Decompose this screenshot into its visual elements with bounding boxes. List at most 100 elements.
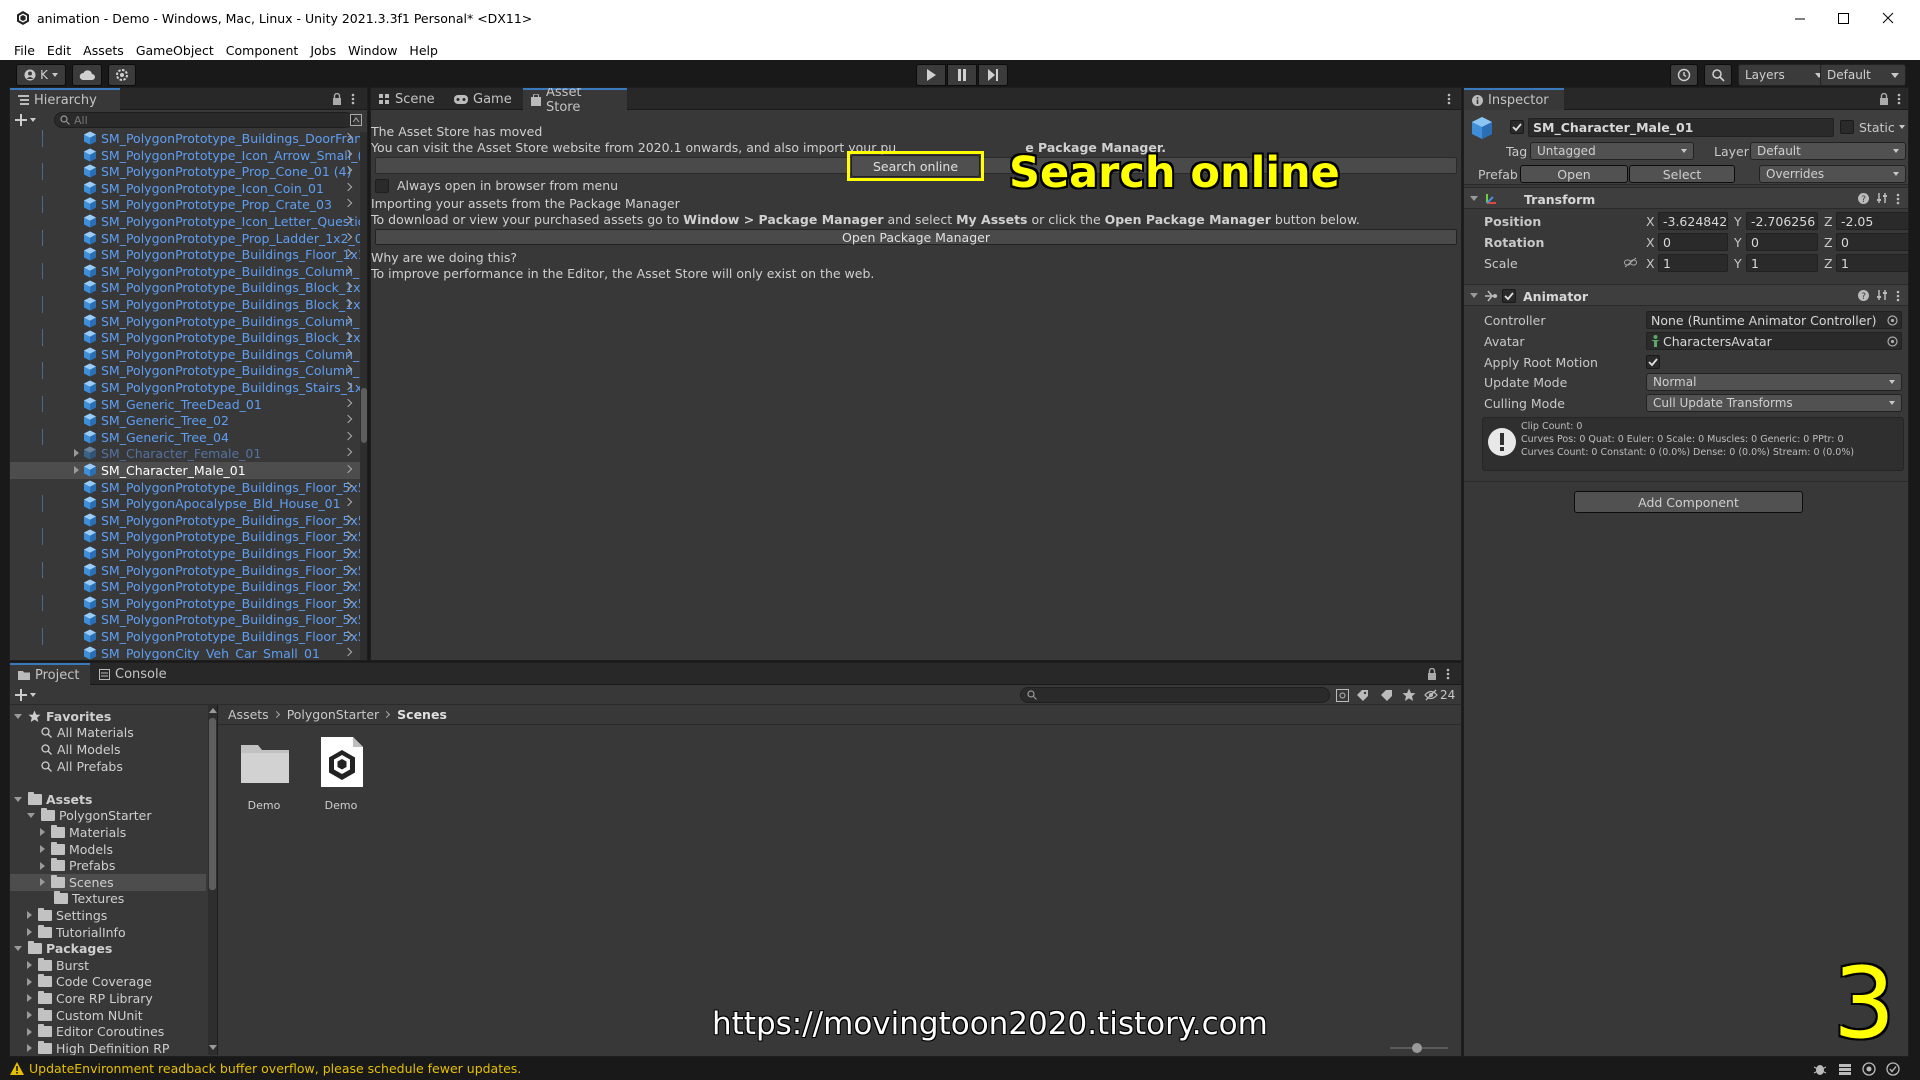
prefab-overrides-dropdown[interactable]: Overrides xyxy=(1759,165,1906,183)
pause-button[interactable] xyxy=(947,64,977,86)
lock-icon[interactable] xyxy=(1879,93,1889,105)
project-search-input[interactable] xyxy=(1020,687,1330,703)
project-tree-item[interactable]: Editor Coroutines xyxy=(10,1023,206,1040)
expand-arrow-right-icon[interactable] xyxy=(40,861,45,870)
layer-dropdown[interactable]: Default xyxy=(1750,142,1906,160)
project-tree-item[interactable]: Scenes xyxy=(10,874,206,891)
breadcrumb-item[interactable]: Assets xyxy=(228,707,269,722)
check-circle-icon[interactable] xyxy=(1886,1062,1900,1076)
play-button[interactable] xyxy=(916,64,946,86)
object-picker-icon[interactable] xyxy=(1887,336,1898,347)
layers-dropdown[interactable]: Layers xyxy=(1738,64,1830,86)
hierarchy-item[interactable]: SM_PolygonCity_Veh_Car_Small_01 xyxy=(10,645,362,660)
project-tree-item[interactable]: Models xyxy=(10,841,206,858)
hierarchy-item[interactable]: SM_PolygonPrototype_Buildings_DoorFran xyxy=(10,130,362,147)
hierarchy-item[interactable]: SM_Generic_Tree_02 xyxy=(10,412,362,429)
hierarchy-item[interactable]: SM_PolygonPrototype_Buildings_Block_1x xyxy=(10,279,362,296)
bug-icon[interactable] xyxy=(1813,1062,1827,1076)
kebab-menu-icon[interactable] xyxy=(1897,93,1901,105)
prefab-open-button[interactable]: Open xyxy=(1520,165,1628,183)
project-tree-item[interactable]: All Prefabs xyxy=(10,758,206,775)
project-tree-item[interactable]: Favorites xyxy=(10,708,206,725)
layout-dropdown[interactable]: Default xyxy=(1820,64,1906,86)
project-tree-item[interactable]: All Materials xyxy=(10,725,206,742)
hierarchy-item[interactable]: SM_PolygonPrototype_Prop_Ladder_1x2_0 xyxy=(10,229,362,247)
hierarchy-item[interactable]: SM_PolygonPrototype_Buildings_Column_: xyxy=(10,262,362,280)
expand-arrow-down-icon[interactable] xyxy=(27,813,35,819)
chevron-right-icon[interactable] xyxy=(343,414,353,424)
global-illumination-icon[interactable] xyxy=(1862,1062,1876,1076)
scrollbar-up-icon[interactable] xyxy=(209,708,217,713)
hierarchy-item[interactable]: SM_PolygonPrototype_Buildings_Floor_5x5 xyxy=(10,545,362,562)
cloud-button[interactable] xyxy=(72,64,102,86)
controller-field[interactable]: None (Runtime Animator Controller) xyxy=(1646,311,1902,329)
menu-item-component[interactable]: Component xyxy=(220,43,305,58)
tag-dropdown[interactable]: Untagged xyxy=(1530,142,1694,160)
search-by-label-icon[interactable] xyxy=(1356,689,1369,702)
position-y-field[interactable]: -2.706256 xyxy=(1746,212,1818,230)
hierarchy-item[interactable]: SM_PolygonPrototype_Buildings_Column_: xyxy=(10,313,362,330)
project-tree-item[interactable]: Code Coverage xyxy=(10,974,206,991)
preset-icon[interactable] xyxy=(1876,192,1888,204)
scrollbar-thumb[interactable] xyxy=(209,718,216,890)
hierarchy-item[interactable]: SM_PolygonPrototype_Buildings_Floor_5x5 xyxy=(10,578,362,595)
expand-arrow-right-icon[interactable] xyxy=(27,1044,32,1053)
object-name-field[interactable]: SM_Character_Male_01 xyxy=(1528,118,1834,137)
create-add-button[interactable] xyxy=(15,114,36,126)
add-component-button[interactable]: Add Component xyxy=(1574,491,1803,513)
chevron-right-icon[interactable] xyxy=(343,199,353,208)
project-tree-item[interactable]: Prefabs xyxy=(10,857,206,874)
expand-arrow-right-icon[interactable] xyxy=(40,828,45,837)
favorite-star-icon[interactable] xyxy=(1402,688,1416,702)
chevron-right-icon[interactable] xyxy=(343,182,353,192)
scale-x-field[interactable]: 1 xyxy=(1658,254,1728,272)
search-button[interactable] xyxy=(1704,64,1732,86)
animator-header[interactable]: Animator ? xyxy=(1464,284,1908,306)
expand-arrow-right-icon[interactable] xyxy=(27,1011,32,1020)
project-tree-item[interactable]: Assets xyxy=(10,791,206,808)
progress-stack-icon[interactable] xyxy=(1838,1062,1852,1076)
hierarchy-item[interactable]: SM_PolygonPrototype_Buildings_Floor_5x5 xyxy=(10,528,362,545)
animator-enabled-checkbox[interactable] xyxy=(1502,289,1516,303)
chevron-down-icon[interactable] xyxy=(1899,125,1905,129)
tag-label-icon[interactable] xyxy=(1380,689,1393,702)
lock-icon[interactable] xyxy=(1427,668,1437,680)
hierarchy-item[interactable]: SM_Generic_TreeDead_01 xyxy=(10,395,362,413)
chevron-right-icon[interactable] xyxy=(343,497,353,507)
chevron-right-icon[interactable] xyxy=(343,431,353,441)
asset-item[interactable]: Demo xyxy=(235,735,293,815)
menu-item-jobs[interactable]: Jobs xyxy=(304,43,342,58)
project-tree-item[interactable]: Packages xyxy=(10,940,206,957)
project-tree-item[interactable]: All Models xyxy=(10,741,206,758)
chevron-right-icon[interactable] xyxy=(343,448,353,457)
expand-arrow-icon[interactable] xyxy=(74,466,79,474)
icon-size-slider[interactable] xyxy=(1390,1043,1448,1053)
chevron-right-icon[interactable] xyxy=(343,398,353,407)
update-mode-dropdown[interactable]: Normal xyxy=(1646,373,1902,391)
position-x-field[interactable]: -3.624842 xyxy=(1658,212,1728,230)
preset-icon[interactable] xyxy=(1876,289,1888,301)
tab-project[interactable]: Project xyxy=(10,663,90,685)
culling-mode-dropdown[interactable]: Cull Update Transforms xyxy=(1646,394,1902,412)
slider-thumb[interactable] xyxy=(1411,1043,1422,1053)
project-tree-item[interactable]: Core RP Library xyxy=(10,990,206,1007)
expand-arrow-icon[interactable] xyxy=(74,449,79,458)
tab-console[interactable]: Console xyxy=(91,663,171,685)
scrollbar-down-icon[interactable] xyxy=(209,1045,217,1050)
prefab-select-button[interactable]: Select xyxy=(1629,165,1735,183)
expand-arrow-right-icon[interactable] xyxy=(40,878,45,887)
hierarchy-item[interactable]: SM_Character_Female_01 xyxy=(10,445,362,462)
help-icon[interactable]: ? xyxy=(1858,193,1869,204)
scale-y-field[interactable]: 1 xyxy=(1746,254,1818,272)
hierarchy-scrollbar[interactable] xyxy=(360,132,367,660)
link-icon[interactable] xyxy=(1624,257,1637,268)
hierarchy-item[interactable]: SM_PolygonPrototype_Buildings_Floor_1x1 xyxy=(10,246,362,263)
expand-arrow-right-icon[interactable] xyxy=(40,845,45,854)
hierarchy-item[interactable]: SM_PolygonPrototype_Buildings_Floor_5x5 xyxy=(10,479,362,496)
foldout-arrow-icon[interactable] xyxy=(1470,293,1478,298)
maximize-icon[interactable] xyxy=(1833,8,1853,28)
always-open-checkbox[interactable] xyxy=(375,178,389,193)
kebab-menu-icon[interactable] xyxy=(351,93,355,105)
undo-history-button[interactable] xyxy=(1670,64,1698,86)
status-message[interactable]: UpdateEnvironment readback buffer overfl… xyxy=(29,1061,521,1076)
